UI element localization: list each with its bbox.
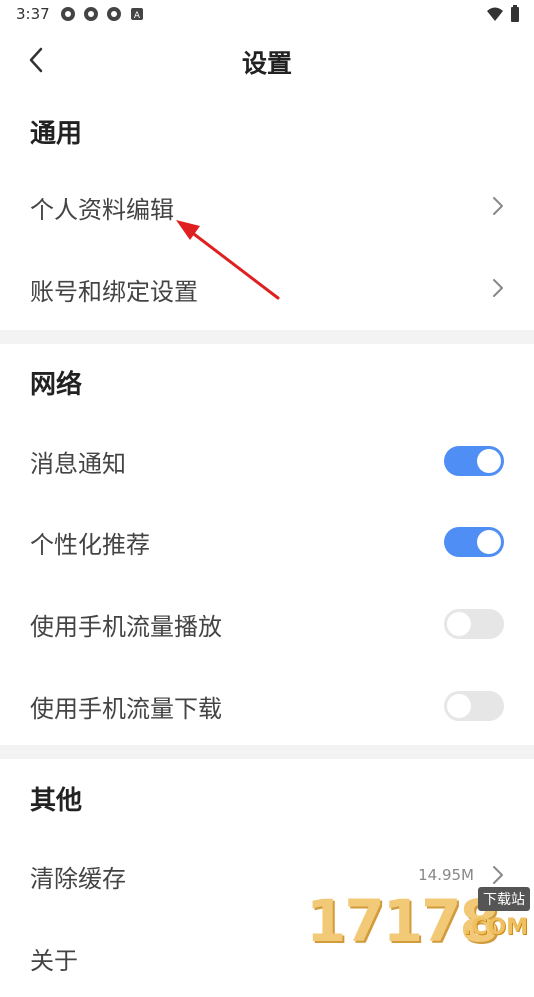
section-title-general: 通用 bbox=[30, 119, 83, 149]
toggle-mobile-data-play[interactable] bbox=[444, 609, 504, 639]
row-message-notification: 消息通知 bbox=[0, 420, 534, 500]
chevron-right-icon bbox=[493, 279, 503, 297]
row-label: 账号和绑定设置 bbox=[30, 278, 198, 306]
row-mobile-data-download: 使用手机流量下载 bbox=[0, 665, 534, 745]
row-label: 个性化推荐 bbox=[30, 531, 150, 559]
row-label: 使用手机流量播放 bbox=[30, 613, 222, 641]
wifi-icon bbox=[487, 7, 503, 21]
row-mobile-data-play: 使用手机流量播放 bbox=[0, 583, 534, 663]
chevron-right-icon bbox=[493, 197, 503, 215]
app-icon bbox=[61, 7, 75, 21]
chevron-right-icon bbox=[493, 866, 503, 884]
toggle-knob bbox=[477, 530, 501, 554]
row-profile-edit[interactable]: 个人资料编辑 bbox=[0, 166, 534, 246]
page-title: 设置 bbox=[241, 49, 292, 78]
row-label: 关于 bbox=[30, 947, 78, 975]
cache-size: 14.95M bbox=[418, 866, 474, 884]
app-icon bbox=[107, 7, 121, 21]
watermark-logo: 17178 下载站 .COM bbox=[294, 885, 534, 955]
battery-icon bbox=[511, 5, 519, 22]
toggle-knob bbox=[447, 694, 471, 718]
watermark-suffix: .COM bbox=[462, 915, 528, 940]
section-divider bbox=[0, 330, 534, 344]
top-bar: 设置 bbox=[0, 30, 534, 90]
status-time: 3:37 bbox=[16, 5, 50, 23]
section-divider bbox=[0, 745, 534, 759]
row-label: 使用手机流量下载 bbox=[30, 695, 222, 723]
row-label: 消息通知 bbox=[30, 450, 126, 478]
toggle-knob bbox=[447, 612, 471, 636]
app-icon bbox=[84, 7, 98, 21]
notification-icons: A bbox=[60, 6, 145, 22]
svg-text:A: A bbox=[134, 11, 141, 21]
row-account-binding[interactable]: 账号和绑定设置 bbox=[0, 248, 534, 328]
row-label: 清除缓存 bbox=[30, 865, 126, 893]
status-right-icons bbox=[486, 5, 520, 23]
section-title-other: 其他 bbox=[30, 786, 83, 816]
row-personalized-recommend: 个性化推荐 bbox=[0, 501, 534, 581]
toggle-mobile-data-download[interactable] bbox=[444, 691, 504, 721]
a-icon: A bbox=[131, 8, 143, 21]
watermark-tag: 下载站 bbox=[478, 887, 530, 911]
row-label: 个人资料编辑 bbox=[30, 196, 174, 224]
status-bar: 3:37 A bbox=[0, 0, 534, 28]
toggle-personalized-recommend[interactable] bbox=[444, 527, 504, 557]
section-title-network: 网络 bbox=[30, 370, 83, 400]
toggle-knob bbox=[477, 449, 501, 473]
toggle-message-notification[interactable] bbox=[444, 446, 504, 476]
